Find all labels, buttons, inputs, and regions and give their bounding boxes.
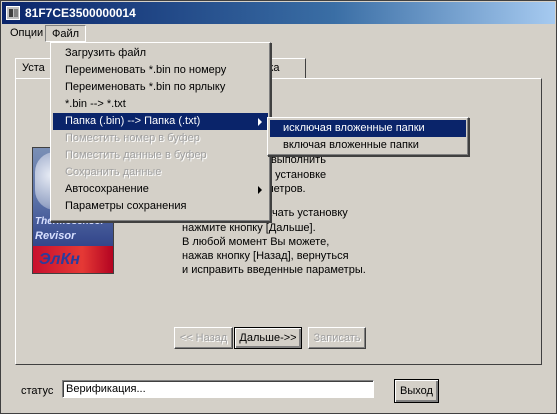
logo-text-revisor: Revisor bbox=[35, 230, 76, 242]
tab-setup[interactable]: Уста bbox=[15, 58, 53, 79]
menu-item-folder-bin-to-txt[interactable]: Папка (.bin) --> Папка (.txt) bbox=[53, 113, 268, 130]
submenu-arrow-icon bbox=[258, 186, 262, 194]
back-button[interactable]: << Назад bbox=[174, 327, 233, 349]
menu-item-rename-by-label[interactable]: Переименовать *.bin по ярлыку bbox=[53, 79, 268, 96]
next-button[interactable]: Дальше->> bbox=[234, 327, 302, 349]
app-icon[interactable] bbox=[6, 6, 20, 20]
info-text-line: начать установку bbox=[260, 207, 348, 219]
menu-bar: Опции Файл bbox=[2, 24, 555, 43]
submenu-item-include-subfolders[interactable]: включая вложенные папки bbox=[270, 137, 466, 154]
info-text-line: нажав кнопку [Назад], вернуться bbox=[182, 250, 349, 262]
title-bar[interactable]: 81F7CE3500000014 bbox=[2, 2, 555, 24]
menu-item-load-file[interactable]: Загрузить файл bbox=[53, 45, 268, 62]
menu-item-save-params[interactable]: Параметры сохранения bbox=[53, 198, 268, 215]
info-text-line: В любой момент Вы можете, bbox=[182, 236, 330, 248]
status-field: Верификация... bbox=[62, 380, 374, 398]
menu-item-copy-number[interactable]: Поместить номер в буфер bbox=[53, 130, 268, 147]
status-label: статус bbox=[21, 385, 54, 397]
menu-item-copy-data[interactable]: Поместить данные в буфер bbox=[53, 147, 268, 164]
folder-submenu: исключая вложенные папки включая вложенн… bbox=[267, 117, 469, 156]
info-text-line: нажмите кнопку [Дальше]. bbox=[182, 222, 316, 234]
menu-options[interactable]: Опции bbox=[4, 25, 49, 42]
logo-text-brand: ЭлКн bbox=[39, 251, 80, 268]
info-text-line: и исправить введенные параметры. bbox=[182, 264, 366, 276]
write-button[interactable]: Записать bbox=[308, 327, 366, 349]
window-title: 81F7CE3500000014 bbox=[25, 6, 136, 20]
menu-item-label: Папка (.bin) --> Папка (.txt) bbox=[65, 115, 201, 127]
main-window: 81F7CE3500000014 Опции Файл Уста жка The… bbox=[0, 0, 557, 414]
file-menu-dropdown: Загрузить файл Переименовать *.bin по но… bbox=[50, 42, 271, 222]
menu-item-rename-by-number[interactable]: Переименовать *.bin по номеру bbox=[53, 62, 268, 79]
exit-button[interactable]: Выход bbox=[394, 379, 439, 403]
menu-item-autosave[interactable]: Автосохранение bbox=[53, 181, 268, 198]
menu-item-save-data[interactable]: Сохранить данные bbox=[53, 164, 268, 181]
menu-item-label: Автосохранение bbox=[65, 183, 149, 195]
menu-item-bin-to-txt[interactable]: *.bin --> *.txt bbox=[53, 96, 268, 113]
submenu-item-exclude-subfolders[interactable]: исключая вложенные папки bbox=[270, 120, 466, 137]
submenu-arrow-icon bbox=[258, 118, 262, 126]
menu-file[interactable]: Файл bbox=[45, 25, 87, 42]
